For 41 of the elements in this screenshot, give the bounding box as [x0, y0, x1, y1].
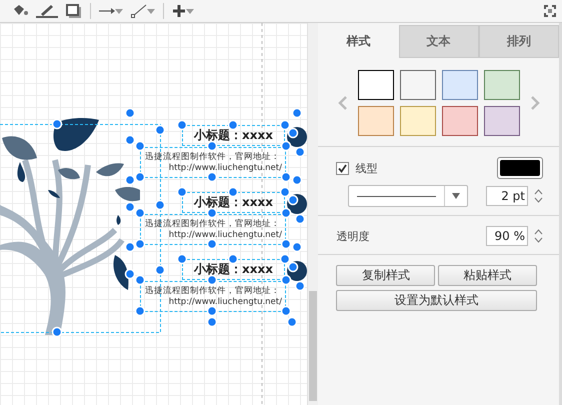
style-button[interactable]: 粘贴样式	[438, 265, 537, 286]
fill-bucket-icon[interactable]	[12, 5, 28, 17]
connector-line-icon[interactable]	[131, 4, 147, 18]
panel-tab[interactable]: 文本	[398, 25, 479, 58]
spinner-icon[interactable]	[534, 187, 543, 205]
plus-icon[interactable]	[172, 4, 186, 18]
canvas[interactable]: 小标题：xxxx 迅捷流程图制作软件，官网地址： http://www.liuchengtu.net/ 小标题：xxxx 迅捷流程图制作软件，官网地址： http://www.liuchengtu.net/ 小标题：xxxx 迅捷流程图制作软件，官网地址： http://www.liuchengtu.net/	[0, 23, 308, 405]
url-text: http://www.liuchengtu.net/	[168, 296, 282, 308]
style-swatch[interactable]	[442, 106, 478, 136]
fullscreen-icon[interactable]	[544, 5, 556, 17]
line-color-button[interactable]	[497, 157, 543, 179]
style-swatch[interactable]	[400, 70, 436, 100]
caret-icon[interactable]	[186, 8, 194, 14]
url-text: http://www.liuchengtu.net/	[168, 230, 282, 240]
style-swatch[interactable]	[400, 106, 436, 136]
opacity-label: 透明度	[336, 228, 370, 244]
arrow-right-icon[interactable]	[99, 8, 115, 14]
scrollbar-thumb[interactable]	[309, 291, 318, 401]
pen-icon[interactable]	[36, 4, 58, 18]
spinner-icon[interactable]	[534, 227, 543, 245]
style-swatch[interactable]	[484, 106, 520, 136]
panel-tab[interactable]: 排列	[478, 25, 559, 58]
line-checkbox[interactable]	[336, 162, 350, 174]
shadow-square-icon[interactable]	[66, 4, 82, 18]
style-swatch[interactable]	[358, 70, 394, 100]
style-swatch[interactable]	[442, 70, 478, 100]
description-text: 迅捷流程图制作软件，官网地址：	[144, 286, 280, 296]
opacity-field[interactable]: 90 %	[486, 226, 528, 246]
style-button[interactable]: 设置为默认样式	[336, 290, 537, 311]
style-button[interactable]: 复制样式	[336, 265, 436, 286]
description-text: 迅捷流程图制作软件，官网地址：	[144, 152, 280, 162]
url-text: http://www.liuchengtu.net/	[168, 162, 282, 174]
line-style-dropdown[interactable]	[348, 185, 468, 207]
line-label: 线型	[355, 160, 378, 176]
caret-icon[interactable]	[115, 8, 123, 14]
caret-icon[interactable]	[147, 8, 155, 14]
description-text: 迅捷流程图制作软件，官网地址：	[144, 218, 280, 230]
dropdown-caret-icon[interactable]	[452, 193, 460, 199]
line-width-field[interactable]: 2 pt	[486, 186, 528, 206]
style-swatch[interactable]	[484, 70, 520, 100]
style-swatch[interactable]	[358, 106, 394, 136]
